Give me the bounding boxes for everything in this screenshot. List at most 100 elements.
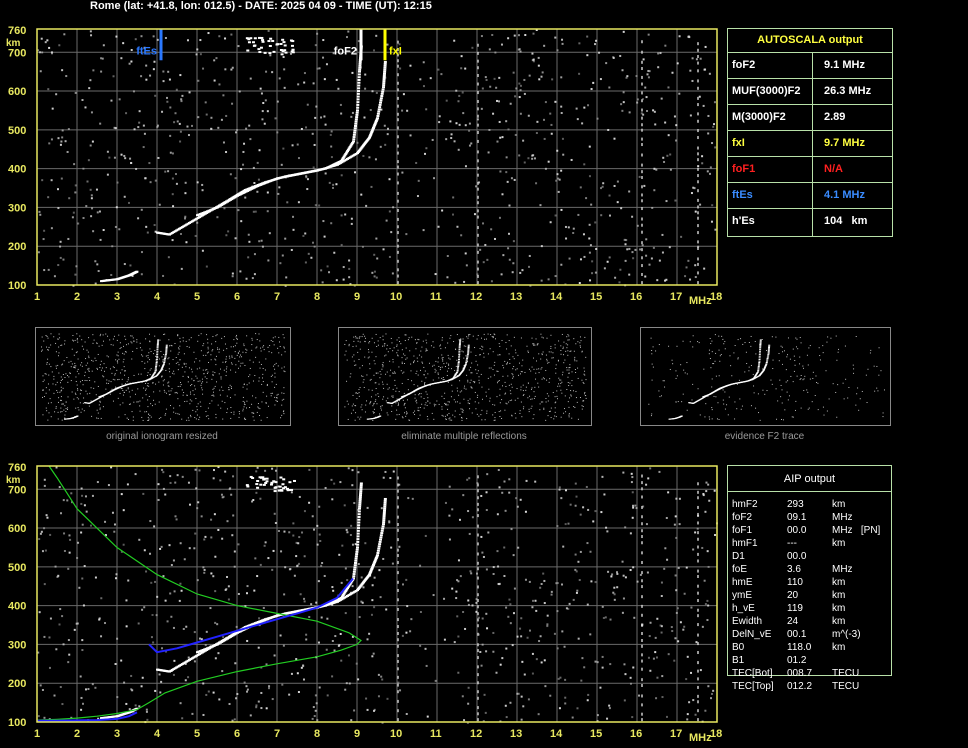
thumbnail-original-image-noise: [164, 391, 166, 393]
thumbnail-eliminate-image-noise: [377, 344, 379, 346]
bottom-noise-dot: [353, 502, 356, 505]
bottom-noise-dot: [616, 586, 619, 589]
bottom-noise-streak: [397, 571, 399, 575]
bottom-noise-dot: [601, 605, 604, 608]
bottom-noise-streak: [641, 613, 643, 617]
thumbnail-eliminate-image-noise: [490, 376, 492, 378]
bottom-noise-dot: [574, 553, 577, 556]
top-noise-streak: [697, 119, 699, 123]
top-trace-point: [381, 88, 385, 91]
thumbnail-eliminate-image-noise: [444, 402, 446, 404]
top-noise-streak: [697, 152, 699, 156]
thumbnail-eliminate-image-noise: [527, 397, 529, 399]
bottom-noise-streak: [477, 533, 479, 537]
top-noise-dot: [256, 161, 259, 164]
top-noise-dot: [39, 70, 42, 73]
bottom-noise-dot: [255, 706, 258, 709]
top-trace-point: [382, 76, 386, 79]
thumbnail-original-image-noise: [213, 387, 215, 389]
thumbnail-eliminate-image-noise: [460, 338, 462, 340]
thumbnail-eliminate-image-noise: [561, 381, 563, 383]
top-noise-streak: [397, 88, 399, 92]
thumbnail-original-image-noise: [128, 391, 130, 393]
top-noise-dot: [523, 78, 526, 81]
top-noise-streak: [697, 48, 699, 52]
top-noise-streak: [641, 272, 643, 276]
thumbnail-original-image-noise: [220, 378, 222, 380]
bottom-noise-dot: [467, 702, 470, 705]
top-noise-dot: [578, 42, 581, 45]
thumbnail-eliminate-image-noise: [465, 388, 467, 390]
thumbnail-original-image-noise: [186, 400, 188, 402]
bottom-noise-dot: [100, 597, 103, 600]
thumbnail-original-image-noise: [101, 344, 103, 346]
top-noise-dot: [154, 94, 157, 97]
bottom-noise-dot: [373, 709, 376, 712]
bottom-noise-streak: [477, 502, 479, 506]
thumbnail-eliminate-image-noise: [497, 370, 499, 372]
thumbnail-eliminate-image-noise: [585, 356, 587, 358]
top-noise-dot: [360, 193, 363, 196]
bottom-noise-streak: [397, 690, 399, 694]
top-trace-point: [380, 92, 384, 95]
thumbnail-original-image-trace: [154, 368, 157, 370]
thumbnail-original-image-noise: [41, 346, 43, 348]
top-noise-blob: [246, 49, 250, 52]
thumbnail-original-image-noise: [84, 371, 86, 373]
bottom-noise-dot: [81, 639, 84, 642]
thumbnail-eliminate-image-noise: [485, 395, 487, 397]
bottom-noise-dot: [631, 716, 634, 719]
thumbnail-original-image-noise: [119, 342, 121, 344]
thumbnail-original-image-noise: [128, 403, 130, 405]
bottom-noise-streak: [477, 632, 479, 636]
thumbnail-original-image-noise: [283, 398, 285, 400]
thumbnail-eliminate-image-noise: [428, 362, 430, 364]
top-noise-dot: [456, 225, 459, 228]
top-noise-dot: [197, 116, 200, 119]
top-noise-dot: [340, 214, 343, 217]
bottom-noise-dot: [310, 603, 313, 606]
thumbnail-original-image-noise: [167, 382, 169, 384]
top-noise-dot: [624, 259, 627, 262]
thumbnail-original-image-noise: [246, 349, 248, 351]
bottom-noise-dot: [157, 483, 160, 486]
top-noise-dot: [244, 196, 247, 199]
top-noise-dot: [555, 179, 558, 182]
thumbnail-eliminate-image: [344, 333, 587, 421]
thumbnail-original-image-noise: [61, 344, 63, 346]
thumbnail-eliminate-image-noise: [433, 418, 435, 420]
thumbnail-eliminate-image-noise: [515, 417, 517, 419]
bottom-y-tick-label: 500: [8, 562, 26, 574]
bottom-noise-dot: [293, 574, 296, 577]
top-noise-dot: [156, 38, 159, 41]
top-noise-streak: [477, 99, 479, 103]
thumbnail-eliminate-image-noise: [466, 418, 468, 420]
thumbnail-eliminate-image-noise: [382, 345, 384, 347]
thumbnail-original-image-noise: [183, 362, 185, 364]
top-noise-dot: [642, 58, 645, 61]
thumbnail-original-image-noise: [209, 402, 211, 404]
thumbnail-original-image-noise: [64, 343, 66, 345]
top-noise-dot: [388, 255, 391, 258]
thumbnail-eliminate-image-noise: [380, 407, 382, 409]
thumbnail-original-image-noise: [188, 346, 190, 348]
thumbnail-original-image-noise: [67, 396, 69, 398]
top-noise-streak: [697, 205, 699, 209]
bottom-noise-dot: [46, 516, 49, 519]
thumbnail-original-image-noise: [149, 348, 151, 350]
thumbnail-original-image-noise: [45, 392, 47, 394]
thumbnail-original-image-noise: [274, 396, 276, 398]
top-noise-dot: [399, 67, 402, 70]
top-noise-dot: [156, 126, 159, 129]
bottom-noise-dot: [63, 532, 66, 535]
thumbnail-eliminate-image-noise: [574, 360, 576, 362]
top-noise-dot: [532, 32, 535, 35]
thumbnail-original-image-noise: [196, 409, 198, 411]
thumbnail-eliminate-image-noise: [364, 411, 366, 413]
top-noise-dot: [512, 240, 515, 243]
bottom-trace-point: [358, 499, 362, 502]
bottom-x-tick-label: 13: [510, 728, 522, 740]
thumbnail-eliminate-image-noise: [378, 396, 380, 398]
bottom-noise-dot: [172, 626, 175, 629]
thumbnail-eliminate-image-noise: [502, 364, 504, 366]
